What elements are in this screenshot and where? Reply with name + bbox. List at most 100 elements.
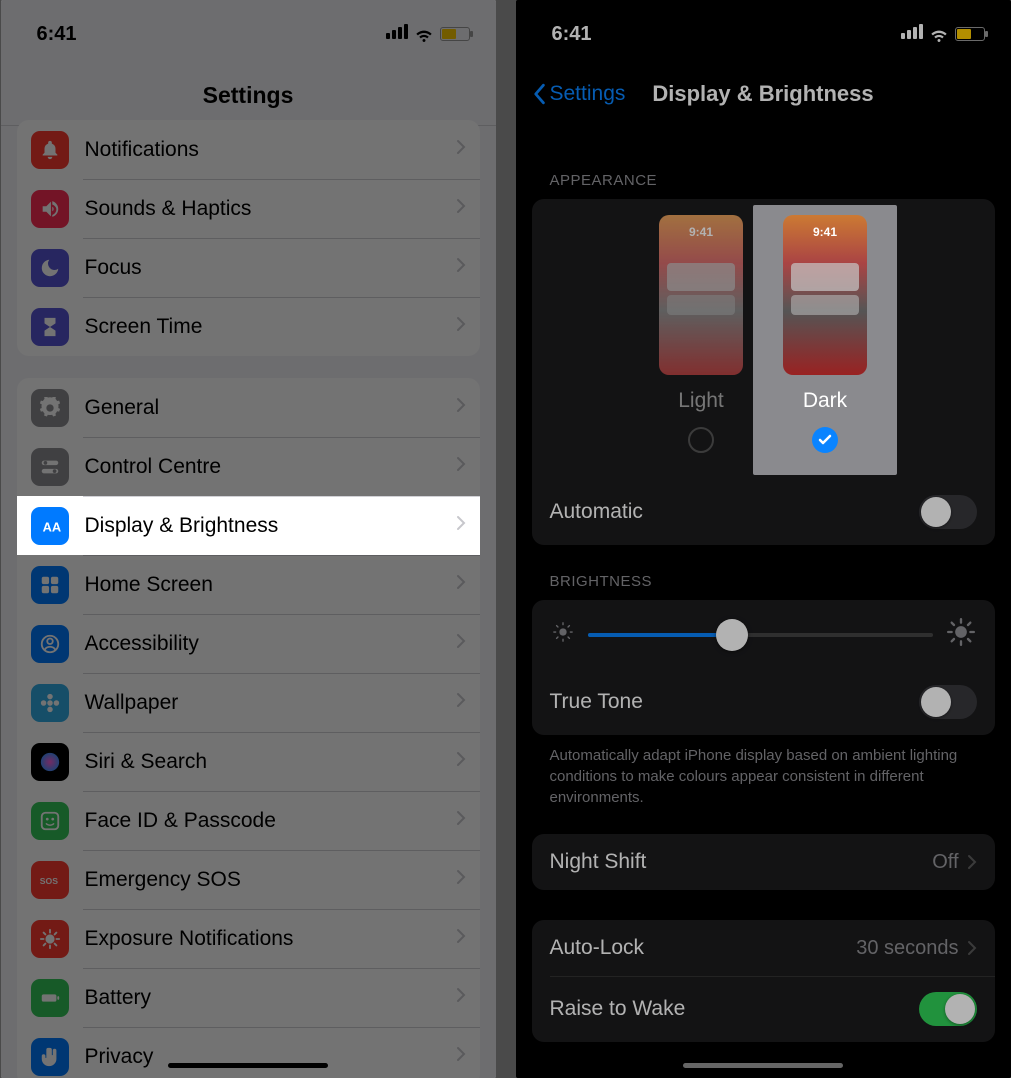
row-label: Emergency SOS [85, 868, 456, 892]
truetone-footnote: Automatically adapt iPhone display based… [516, 735, 1011, 808]
face-icon [31, 802, 69, 840]
dark-radio[interactable] [812, 427, 838, 453]
settings-row-home-screen[interactable]: Home Screen [17, 555, 480, 614]
autolock-value: 30 seconds [856, 937, 958, 960]
settings-row-general[interactable]: General [17, 378, 480, 437]
autolock-card: Auto-Lock 30 seconds Raise to Wake [532, 920, 995, 1042]
checkmark-icon [817, 432, 833, 448]
truetone-toggle[interactable] [919, 685, 977, 719]
settings-group-1: Notifications Sounds & Haptics Focus Screen… [17, 120, 480, 356]
appearance-header: APPEARANCE [516, 124, 1011, 199]
automatic-row: Automatic [532, 479, 995, 545]
chevron-right-icon [456, 751, 466, 772]
hourglass-icon [31, 308, 69, 346]
automatic-toggle[interactable] [919, 495, 977, 529]
wifi-icon [929, 24, 949, 44]
chevron-right-icon [456, 987, 466, 1008]
chevron-right-icon [456, 1046, 466, 1067]
automatic-label: Automatic [550, 500, 643, 524]
brightness-slider[interactable] [588, 633, 933, 637]
back-button[interactable]: Settings [532, 82, 626, 106]
sun-max-icon [947, 618, 975, 651]
row-label: Home Screen [85, 573, 456, 597]
chevron-left-icon [532, 83, 546, 105]
chevron-right-icon [456, 456, 466, 477]
chevron-right-icon [456, 928, 466, 949]
settings-row-emergency-sos[interactable]: SOS Emergency SOS [17, 850, 480, 909]
battery-icon [955, 27, 985, 41]
appearance-option-dark[interactable]: 9:41 Dark [783, 215, 867, 453]
nightshift-label: Night Shift [550, 850, 647, 874]
settings-group-2: General Control Centre AA Display & Brightn… [17, 378, 480, 1078]
row-label: Display & Brightness [85, 514, 456, 538]
sos-icon: SOS [31, 861, 69, 899]
page-title: Settings [1, 54, 496, 126]
brightness-slider-row [532, 600, 995, 669]
siri-icon [31, 743, 69, 781]
speaker-icon [31, 190, 69, 228]
row-label: Siri & Search [85, 750, 456, 774]
settings-row-focus[interactable]: Focus [17, 238, 480, 297]
raise-row: Raise to Wake [532, 976, 995, 1042]
back-label: Settings [550, 82, 626, 106]
chevron-right-icon [456, 574, 466, 595]
autolock-row[interactable]: Auto-Lock 30 seconds [532, 920, 995, 976]
chevron-right-icon [456, 515, 466, 536]
settings-row-control-centre[interactable]: Control Centre [17, 437, 480, 496]
status-time: 6:41 [37, 23, 77, 46]
settings-row-display-brightness[interactable]: AA Display & Brightness [17, 496, 480, 555]
cellular-icon [384, 24, 408, 44]
settings-row-notifications[interactable]: Notifications [17, 120, 480, 179]
bell-icon [31, 131, 69, 169]
home-indicator[interactable] [168, 1063, 328, 1068]
sun-min-icon [552, 621, 574, 648]
chevron-right-icon [456, 139, 466, 160]
settings-row-face-id-passcode[interactable]: Face ID & Passcode [17, 791, 480, 850]
page-title: Display & Brightness [652, 81, 873, 107]
flower-icon [31, 684, 69, 722]
truetone-row: True Tone [532, 669, 995, 735]
settings-row-battery[interactable]: Battery [17, 968, 480, 1027]
row-label: Exposure Notifications [85, 927, 456, 951]
row-label: Notifications [85, 138, 456, 162]
light-preview-icon: 9:41 [659, 215, 743, 375]
settings-row-privacy[interactable]: Privacy [17, 1027, 480, 1078]
row-label: Focus [85, 256, 456, 280]
battery-icon [31, 979, 69, 1017]
brightness-card: True Tone [532, 600, 995, 735]
nav-bar: Settings Display & Brightness [516, 54, 1011, 124]
row-label: Wallpaper [85, 691, 456, 715]
light-radio[interactable] [688, 427, 714, 453]
aa-icon: AA [31, 507, 69, 545]
svg-text:AA: AA [42, 519, 60, 534]
settings-row-screen-time[interactable]: Screen Time [17, 297, 480, 356]
wifi-icon [414, 24, 434, 44]
home-indicator[interactable] [683, 1063, 843, 1068]
appearance-option-light[interactable]: 9:41 Light [659, 215, 743, 453]
settings-row-sounds-haptics[interactable]: Sounds & Haptics [17, 179, 480, 238]
nightshift-card: Night Shift Off [532, 834, 995, 890]
row-label: Control Centre [85, 455, 456, 479]
settings-row-siri-search[interactable]: Siri & Search [17, 732, 480, 791]
chevron-right-icon [456, 198, 466, 219]
person-icon [31, 625, 69, 663]
row-label: Accessibility [85, 632, 456, 656]
hand-icon [31, 1038, 69, 1076]
gear-icon [31, 389, 69, 427]
truetone-label: True Tone [550, 690, 643, 714]
covid-icon [31, 920, 69, 958]
raise-label: Raise to Wake [550, 997, 686, 1021]
settings-row-accessibility[interactable]: Accessibility [17, 614, 480, 673]
raise-toggle[interactable] [919, 992, 977, 1026]
chevron-right-icon [456, 692, 466, 713]
settings-row-exposure-notifications[interactable]: Exposure Notifications [17, 909, 480, 968]
nightshift-value: Off [932, 851, 958, 874]
row-label: Sounds & Haptics [85, 197, 456, 221]
status-bar: 6:41 [516, 0, 1011, 54]
nightshift-row[interactable]: Night Shift Off [532, 834, 995, 890]
light-label: Light [678, 389, 724, 413]
dark-label: Dark [803, 389, 847, 413]
display-brightness-screen: 6:41 Settings Display & Brightness APPEA… [516, 0, 1011, 1078]
settings-row-wallpaper[interactable]: Wallpaper [17, 673, 480, 732]
dark-preview-icon: 9:41 [783, 215, 867, 375]
